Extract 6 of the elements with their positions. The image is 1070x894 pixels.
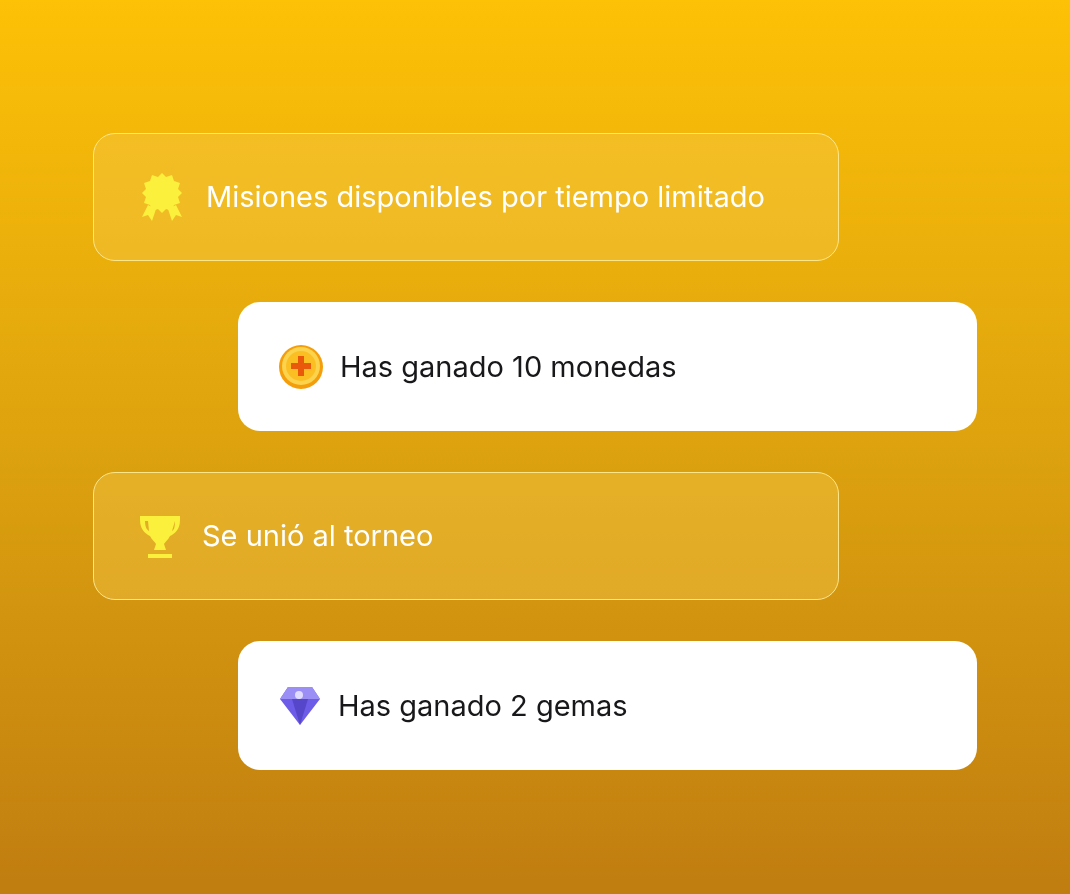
notification-text: Se unió al torneo xyxy=(202,517,434,556)
notification-text: Misiones disponibles por tiempo limitado xyxy=(206,178,765,217)
gem-icon xyxy=(278,684,322,727)
coin-icon xyxy=(278,343,324,390)
notification-text: Has ganado 2 gemas xyxy=(338,686,628,725)
notification-text: Has ganado 10 monedas xyxy=(340,347,677,386)
